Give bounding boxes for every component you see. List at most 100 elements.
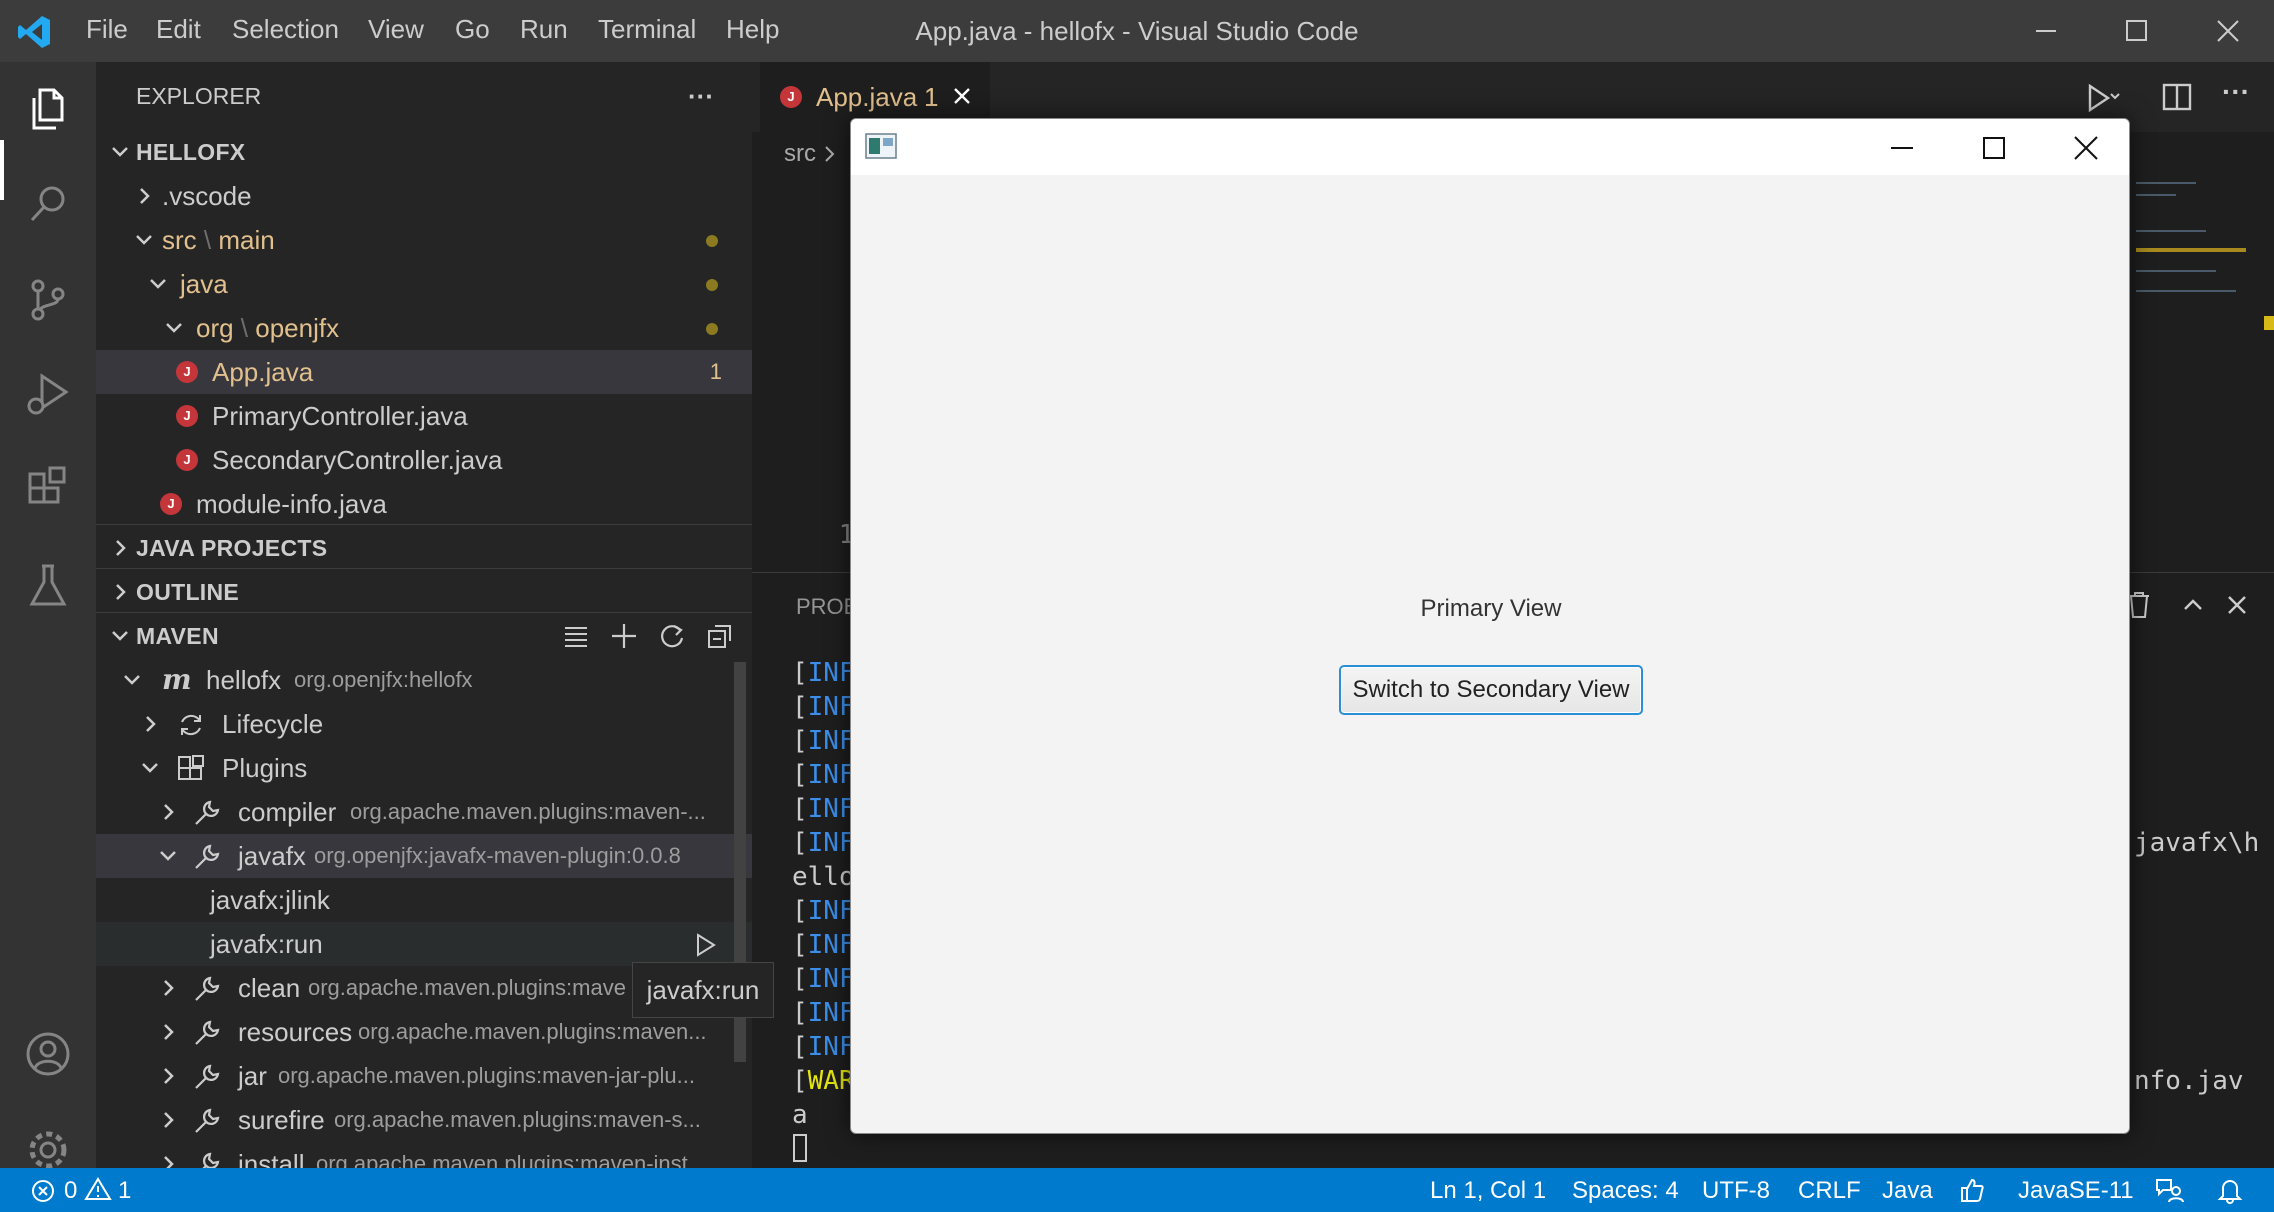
plugin-surefire[interactable]: surefire org.apache.maven.plugins:maven-… <box>96 1098 752 1142</box>
account-icon[interactable] <box>18 1024 78 1084</box>
minimize-icon[interactable] <box>2026 14 2066 48</box>
wrench-icon <box>195 1064 220 1089</box>
goal-javafx-jlink[interactable]: javafx:jlink <box>96 878 752 922</box>
wrench-icon <box>195 976 220 1001</box>
modified-dot <box>706 235 718 247</box>
close-panel-icon[interactable] <box>2222 590 2252 620</box>
add-icon[interactable] <box>610 622 638 650</box>
chevron-right-icon <box>164 1156 174 1168</box>
section-outline[interactable]: OUTLINE <box>96 570 752 614</box>
modified-dot <box>706 279 718 291</box>
chevron-right-icon <box>825 146 835 162</box>
window-title: App.java - hellofx - Visual Studio Code <box>915 16 1359 46</box>
goal-javafx-run[interactable]: javafx:run <box>96 922 752 966</box>
maven-project-hellofx[interactable]: m hellofx org.openjfx:hellofx <box>96 658 752 702</box>
tree-item-app-java[interactable]: J App.java 1 <box>96 350 752 394</box>
run-debug-icon[interactable] <box>18 364 78 424</box>
menu-help[interactable]: Help <box>726 14 779 45</box>
collapse-all-icon[interactable] <box>706 622 734 650</box>
javafx-title-bar[interactable] <box>851 119 2129 175</box>
maximize-icon[interactable] <box>2116 14 2156 48</box>
chevron-right-icon <box>164 1024 174 1040</box>
error-icon[interactable] <box>30 1178 56 1204</box>
active-indicator <box>0 140 4 200</box>
plugin-install[interactable]: install org.apache.maven.plugins:maven-i… <box>96 1142 752 1168</box>
minimap[interactable] <box>2132 170 2252 320</box>
section-divider <box>96 568 752 569</box>
plugin-compiler[interactable]: compiler org.apache.maven.plugins:maven-… <box>96 790 752 834</box>
terminal-line: [INF <box>792 726 855 756</box>
more-actions-icon[interactable]: ··· <box>2222 76 2250 108</box>
maven-lifecycle[interactable]: Lifecycle <box>96 702 752 746</box>
chevron-right-icon <box>164 804 174 820</box>
extensions-icon[interactable] <box>18 460 78 520</box>
wrench-icon <box>195 844 220 869</box>
plugin-javafx[interactable]: javafx org.openjfx:javafx-maven-plugin:0… <box>96 834 752 878</box>
plugin-jar[interactable]: jar org.apache.maven.plugins:maven-jar-p… <box>96 1054 752 1098</box>
folder-root-hellofx[interactable]: HELLOFX <box>96 130 752 174</box>
java-file-icon: J <box>176 361 198 383</box>
source-control-icon[interactable] <box>18 270 78 330</box>
maximize-icon[interactable] <box>1969 129 2019 167</box>
section-divider <box>96 524 752 525</box>
maximize-panel-icon[interactable] <box>2178 590 2208 620</box>
refresh-icon[interactable] <box>658 622 686 650</box>
indentation[interactable]: Spaces: 4 <box>1572 1177 1679 1205</box>
tree-item-src-main[interactable]: src \ main <box>96 218 752 262</box>
root-folder-label: HELLOFX <box>136 139 246 165</box>
java-runtime[interactable]: JavaSE-11 <box>2018 1177 2134 1205</box>
warning-count[interactable]: 1 <box>118 1177 131 1205</box>
maven-plugins[interactable]: Plugins <box>96 746 752 790</box>
menu-terminal[interactable]: Terminal <box>598 14 696 45</box>
cursor-position[interactable]: Ln 1, Col 1 <box>1430 1177 1546 1205</box>
tree-item-secondary-controller[interactable]: J SecondaryController.java <box>96 438 752 482</box>
thumbs-up-icon[interactable] <box>1958 1176 1986 1204</box>
minimize-icon[interactable] <box>1877 129 1927 167</box>
terminal-line: [INF <box>792 794 855 824</box>
chevron-down-icon <box>136 235 152 245</box>
overview-ruler-marker <box>2264 316 2274 330</box>
menu-edit[interactable]: Edit <box>156 14 201 45</box>
testing-icon[interactable] <box>18 556 78 616</box>
plugin-name: javafx <box>238 841 306 871</box>
encoding[interactable]: UTF-8 <box>1702 1177 1770 1205</box>
tree-item-module-info[interactable]: J module-info.java <box>96 482 752 526</box>
tree-item-vscode[interactable]: .vscode <box>96 174 752 218</box>
tree-item-org-openjfx[interactable]: org \ openjfx <box>96 306 752 350</box>
more-actions-icon[interactable]: ··· <box>688 74 714 118</box>
terminal-line: [INF <box>792 998 855 1028</box>
section-maven[interactable]: MAVEN <box>96 614 752 658</box>
search-icon[interactable] <box>18 174 78 234</box>
error-count[interactable]: 0 <box>64 1177 77 1205</box>
switch-to-secondary-button[interactable]: Switch to Secondary View <box>1339 665 1643 715</box>
tree-item-primary-controller[interactable]: J PrimaryController.java <box>96 394 752 438</box>
javafx-app-window[interactable]: Primary View Switch to Secondary View <box>850 118 2130 1134</box>
run-goal-icon[interactable] <box>692 932 718 958</box>
menu-file[interactable]: File <box>86 14 128 45</box>
menu-run[interactable]: Run <box>520 14 568 45</box>
menu-view[interactable]: View <box>368 14 424 45</box>
warning-icon[interactable] <box>84 1176 112 1202</box>
explorer-icon[interactable] <box>18 78 78 138</box>
tree-item-java[interactable]: java <box>96 262 752 306</box>
section-java-projects[interactable]: JAVA PROJECTS <box>96 526 752 570</box>
tree-item-label: main <box>218 225 275 255</box>
end-of-line[interactable]: CRLF <box>1798 1177 1861 1205</box>
menu-go[interactable]: Go <box>455 14 490 45</box>
feedback-icon[interactable] <box>2154 1176 2184 1204</box>
list-view-icon[interactable] <box>562 622 590 650</box>
terminal-line: [INF <box>792 658 855 688</box>
language-mode[interactable]: Java <box>1882 1177 1933 1205</box>
close-icon[interactable] <box>2208 14 2248 48</box>
bell-icon[interactable] <box>2216 1176 2244 1204</box>
menu-selection[interactable]: Selection <box>232 14 339 45</box>
split-editor-icon[interactable] <box>2160 80 2194 114</box>
close-icon[interactable] <box>2061 129 2111 167</box>
tab-problem-badge: 1 <box>924 82 939 112</box>
run-icon[interactable] <box>2080 80 2120 116</box>
tree-item-label: .vscode <box>162 181 252 211</box>
close-tab-icon[interactable] <box>950 84 974 108</box>
chevron-down-icon <box>150 279 166 289</box>
tab-problems[interactable]: PROB <box>796 594 858 620</box>
breadcrumb[interactable]: src <box>784 140 816 168</box>
